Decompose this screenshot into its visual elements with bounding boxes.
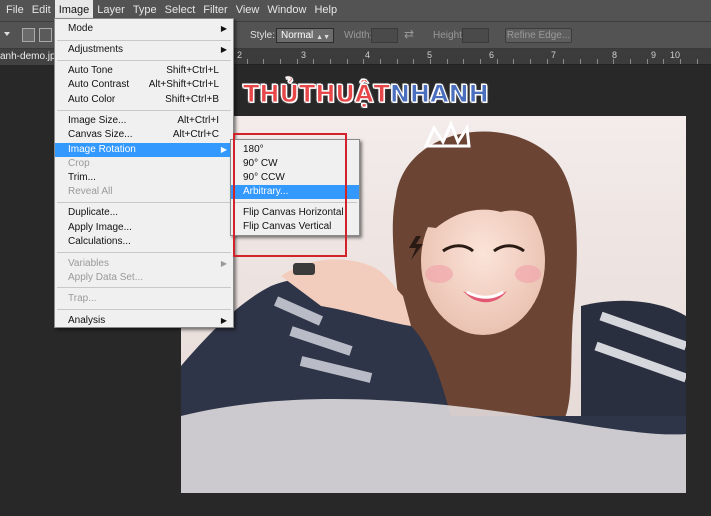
menu-item-label: Canvas Size... bbox=[68, 129, 133, 140]
menu-item-label: Analysis bbox=[68, 315, 106, 326]
ruler-number: 9 bbox=[651, 50, 657, 60]
menu-item-calculations[interactable]: Calculations... bbox=[55, 235, 233, 249]
menu-item-label: Variables bbox=[68, 258, 109, 269]
submenu-arrow-icon: ▶ bbox=[220, 24, 227, 33]
menu-item-label: Auto Color bbox=[68, 94, 116, 105]
menu-item-label: Mode bbox=[68, 23, 94, 34]
swap-icon[interactable]: ⇄ bbox=[404, 27, 414, 41]
menu-separator bbox=[57, 309, 231, 310]
menu-item-label: Reveal All bbox=[68, 186, 113, 197]
add-selection-icon[interactable] bbox=[39, 28, 52, 42]
style-value: Normal bbox=[281, 30, 314, 41]
menu-item-label: Apply Data Set... bbox=[68, 272, 144, 283]
refine-edge-button[interactable]: Refine Edge... bbox=[505, 28, 572, 43]
height-field[interactable] bbox=[462, 28, 489, 43]
ruler-number: 2 bbox=[237, 50, 243, 60]
menu-item-label: Auto Tone bbox=[68, 65, 113, 76]
menu-separator bbox=[57, 40, 231, 41]
logo-part-2: THUẬT bbox=[298, 80, 390, 109]
menu-window[interactable]: Window bbox=[263, 0, 310, 21]
menu-separator bbox=[57, 60, 231, 61]
menu-separator bbox=[57, 287, 231, 288]
menu-item-trim[interactable]: Trim... bbox=[55, 171, 233, 185]
menu-item-image-size[interactable]: Image Size... Alt+Ctrl+I bbox=[55, 114, 233, 128]
menu-separator bbox=[57, 202, 231, 203]
menu-item-shortcut: Shift+Ctrl+L bbox=[166, 65, 219, 76]
menu-edit[interactable]: Edit bbox=[28, 0, 55, 21]
ruler-number: 10 bbox=[670, 50, 681, 60]
ruler-number: 6 bbox=[489, 50, 495, 60]
ruler-number: 5 bbox=[427, 50, 433, 60]
menu-item-auto-color[interactable]: Auto Color Shift+Ctrl+B bbox=[55, 93, 233, 107]
menu-item-label: Trim... bbox=[68, 172, 96, 183]
menu-item-canvas-size[interactable]: Canvas Size... Alt+Ctrl+C bbox=[55, 128, 233, 142]
ruler-number: 4 bbox=[365, 50, 371, 60]
photoshop-window: File Edit Image Layer Type Select Filter… bbox=[0, 0, 711, 516]
menu-item-label: Image Rotation bbox=[68, 144, 136, 155]
menu-item-adjustments[interactable]: Adjustments ▶ bbox=[55, 43, 233, 57]
style-label: Style: bbox=[250, 30, 276, 41]
annotation-highlight-box bbox=[233, 133, 347, 257]
site-logo: THỦTHUẬTNHANH bbox=[243, 80, 490, 109]
image-menu-dropdown: Mode ▶ Adjustments ▶ Auto Tone Shift+Ctrl+L… bbox=[54, 18, 234, 328]
document-tab[interactable]: anh-demo.jpg bbox=[0, 49, 55, 65]
menu-item-label: Apply Image... bbox=[68, 222, 132, 233]
menu-item-label: Calculations... bbox=[68, 236, 131, 247]
tool-preset-arrow-icon[interactable] bbox=[4, 32, 10, 36]
menu-item-shortcut: Alt+Ctrl+C bbox=[172, 129, 219, 140]
menu-item-label: Duplicate... bbox=[68, 207, 119, 218]
menu-item-image-rotation[interactable]: Image Rotation ▶ bbox=[55, 143, 233, 157]
menu-item-mode[interactable]: Mode ▶ bbox=[55, 22, 233, 36]
submenu-arrow-icon: ▶ bbox=[220, 45, 227, 54]
menu-item-duplicate[interactable]: Duplicate... bbox=[55, 206, 233, 220]
submenu-arrow-icon: ▶ bbox=[220, 145, 227, 154]
menu-item-label: Crop bbox=[68, 158, 90, 169]
menu-item-label: Adjustments bbox=[68, 44, 124, 55]
height-label: Height: bbox=[433, 30, 465, 41]
menu-item-trap[interactable]: Trap... bbox=[55, 292, 233, 306]
menu-view[interactable]: View bbox=[232, 0, 264, 21]
menu-item-variables[interactable]: Variables ▶ bbox=[55, 257, 233, 271]
logo-part-3: NHANH bbox=[389, 80, 489, 109]
menu-item-shortcut: Alt+Ctrl+I bbox=[177, 115, 219, 126]
menu-item-apply-image[interactable]: Apply Image... bbox=[55, 221, 233, 235]
width-field[interactable] bbox=[371, 28, 398, 43]
menu-item-label: Auto Contrast bbox=[68, 79, 130, 90]
menu-item-label: Image Size... bbox=[68, 115, 127, 126]
menu-item-apply-data-set[interactable]: Apply Data Set... bbox=[55, 271, 233, 285]
menu-item-auto-contrast[interactable]: Auto Contrast Alt+Shift+Ctrl+L bbox=[55, 78, 233, 92]
ruler-number: 3 bbox=[301, 50, 307, 60]
width-label: Width: bbox=[344, 30, 373, 41]
menu-item-shortcut: Shift+Ctrl+B bbox=[165, 94, 219, 105]
menu-item-auto-tone[interactable]: Auto Tone Shift+Ctrl+L bbox=[55, 64, 233, 78]
menu-item-analysis[interactable]: Analysis ▶ bbox=[55, 314, 233, 328]
style-select[interactable]: Normal ▲▼ bbox=[276, 28, 334, 43]
ruler-number: 8 bbox=[612, 50, 618, 60]
menu-item-reveal-all[interactable]: Reveal All bbox=[55, 185, 233, 199]
submenu-arrow-icon: ▶ bbox=[220, 316, 227, 325]
menu-separator bbox=[57, 252, 231, 253]
menu-item-label: Trap... bbox=[68, 293, 97, 304]
menu-help[interactable]: Help bbox=[310, 0, 341, 21]
menu-file[interactable]: File bbox=[2, 0, 28, 21]
menu-item-crop[interactable]: Crop bbox=[55, 157, 233, 171]
ruler-number: 7 bbox=[551, 50, 557, 60]
submenu-arrow-icon: ▶ bbox=[220, 259, 227, 268]
logo-part-1: THỦ bbox=[243, 80, 300, 109]
menu-separator bbox=[57, 110, 231, 111]
chevron-updown-icon: ▲▼ bbox=[316, 34, 330, 41]
new-selection-icon[interactable] bbox=[22, 28, 35, 42]
menu-item-shortcut: Alt+Shift+Ctrl+L bbox=[148, 79, 219, 90]
